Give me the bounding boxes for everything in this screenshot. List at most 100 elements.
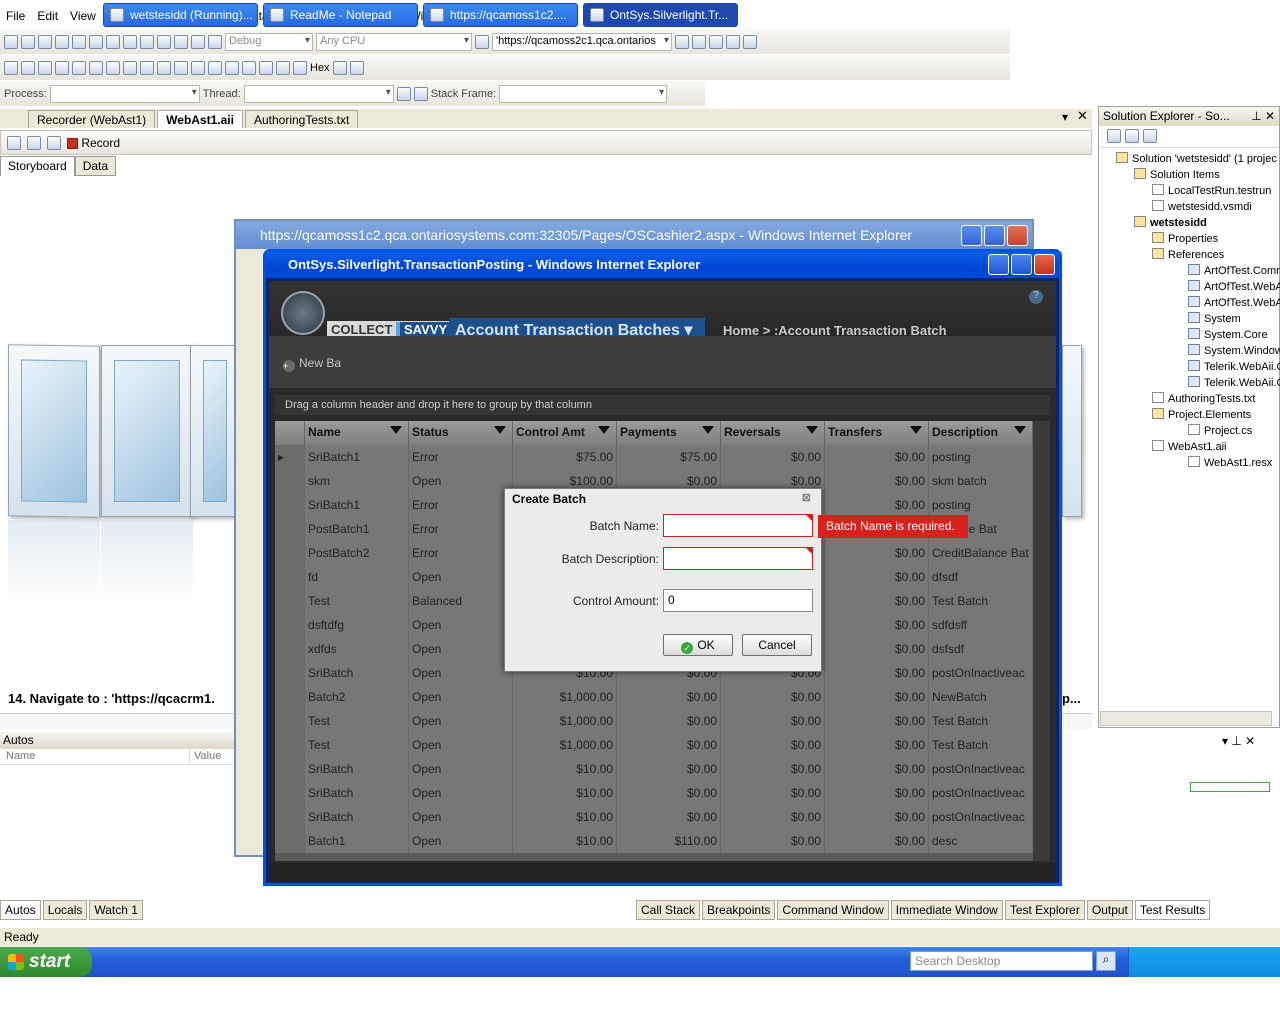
tree-item[interactable]: Telerik.WebAii.Co <box>1188 360 1280 373</box>
table-row[interactable]: Test Open $1,000.00 $0.00 $0.00 $0.00 Test Bat… <box>275 733 1033 757</box>
table-row[interactable]: Batch2 Open $1,000.00 $0.00 $0.00 $0.00 NewBat… <box>275 685 1033 709</box>
tree-item[interactable]: Solution Items <box>1134 168 1220 181</box>
bookmark-icon[interactable] <box>72 60 86 75</box>
column-header[interactable]: Reversals <box>721 421 825 445</box>
filter-icon[interactable] <box>598 426 610 434</box>
autos-col-name[interactable]: Name <box>0 749 190 764</box>
properties-icon[interactable] <box>709 34 723 49</box>
storyboard-card[interactable] <box>101 345 193 517</box>
tab-immediate-window[interactable]: Immediate Window <box>890 900 1003 920</box>
row-selector[interactable]: ▸ <box>275 445 305 469</box>
undo-icon[interactable] <box>140 34 154 49</box>
menu-edit[interactable]: Edit <box>31 9 64 23</box>
table-row[interactable]: SriBatch Open $10.00 $0.00 $0.00 $0.00 postOnI… <box>275 781 1033 805</box>
hex-toggle[interactable]: Hex <box>310 62 330 74</box>
tab-storyboard[interactable]: Storyboard <box>0 156 75 176</box>
column-header[interactable]: Name <box>305 421 409 445</box>
tree-item[interactable]: WebAst1.resx <box>1188 456 1272 469</box>
filter-icon[interactable] <box>806 426 818 434</box>
show-next-statement-icon[interactable] <box>242 60 256 75</box>
silverlight-titlebar[interactable]: OntSys.Silverlight.TransactionPosting - … <box>266 252 1059 278</box>
tree-item[interactable]: WebAst1.aii <box>1152 440 1227 453</box>
group-by-bar[interactable]: Drag a column header and drop it here to… <box>275 395 1050 415</box>
comment-icon[interactable] <box>106 60 120 75</box>
row-selector[interactable] <box>275 613 305 637</box>
new-project-icon[interactable] <box>4 34 18 49</box>
redo-icon[interactable] <box>157 34 171 49</box>
tab-authoring-tests[interactable]: AuthoringTests.txt <box>244 110 359 128</box>
row-selector[interactable] <box>275 565 305 589</box>
search-icon[interactable]: ⌕ <box>1096 951 1116 971</box>
taskbar-notepad[interactable]: ReadMe - Notepad <box>263 3 418 27</box>
storyboard-card[interactable] <box>190 345 240 517</box>
restart-icon[interactable] <box>225 60 239 75</box>
table-row[interactable]: SriBatch Open $10.00 $0.00 $0.00 $0.00 postOnI… <box>275 805 1033 829</box>
storyboard-card[interactable] <box>1062 345 1082 517</box>
tab-watch-1[interactable]: Watch 1 <box>89 900 143 920</box>
panel-options-icon[interactable]: ▾ ⊥ ✕ <box>1222 734 1255 748</box>
paste-icon[interactable] <box>123 34 137 49</box>
tab-webast1[interactable]: WebAst1.aii <box>157 110 243 128</box>
solution-config-select[interactable]: Debug <box>225 32 313 51</box>
menu-file[interactable]: File <box>0 9 31 23</box>
tab-test-results[interactable]: Test Results <box>1134 900 1211 920</box>
column-header[interactable]: Transfers <box>825 421 929 445</box>
new-batch-button[interactable]: + New Ba <box>283 356 341 372</box>
tab-breakpoints[interactable]: Breakpoints <box>702 900 776 920</box>
autos-col-value[interactable]: Value <box>190 749 225 764</box>
tree-item[interactable]: Project.cs <box>1188 424 1252 437</box>
tab-command-window[interactable]: Command Window <box>777 900 889 920</box>
close-icon[interactable]: ⊠ <box>802 491 811 504</box>
tree-item[interactable]: LocalTestRun.testrun <box>1152 184 1271 197</box>
show-all-files-icon[interactable] <box>1125 129 1139 143</box>
find-in-files-icon[interactable] <box>675 34 689 49</box>
tab-test-explorer[interactable]: Test Explorer <box>1004 900 1085 920</box>
navigate-back-icon[interactable] <box>174 34 188 49</box>
close-doc-icon[interactable]: ✕ <box>1077 108 1088 124</box>
pause-icon[interactable] <box>191 60 205 75</box>
save-all-icon[interactable] <box>72 34 86 49</box>
column-header[interactable]: Control Amt <box>513 421 617 445</box>
tree-item[interactable]: AuthoringTests.txt <box>1152 392 1255 405</box>
tab-recorder[interactable]: Recorder (WebAst1) <box>28 110 156 128</box>
maximize-icon[interactable] <box>984 225 1005 246</box>
column-header[interactable]: Status <box>409 421 513 445</box>
solution-explorer-icon[interactable] <box>692 34 706 49</box>
outdent-icon[interactable] <box>157 60 171 75</box>
breakpoints-icon[interactable] <box>332 60 347 75</box>
step-over-icon[interactable] <box>38 60 52 75</box>
windows-menu-icon[interactable] <box>349 60 364 75</box>
tree-item[interactable]: Project.Elements <box>1152 408 1251 421</box>
indent-icon[interactable] <box>140 60 154 75</box>
taskbar-vs[interactable]: wetstesidd (Running)... <box>103 3 258 27</box>
row-selector[interactable] <box>275 541 305 565</box>
row-selector[interactable] <box>275 661 305 685</box>
tree-item[interactable]: Telerik.WebAii.Co <box>1188 376 1280 389</box>
settings-icon[interactable] <box>47 135 61 150</box>
filter-icon[interactable] <box>390 426 402 434</box>
ie-outer-titlebar[interactable]: https://qcamoss1c2.qca.ontariosystems.co… <box>236 221 1032 249</box>
taskbar-ie-silverlight[interactable]: OntSys.Silverlight.Tr... <box>583 3 738 27</box>
text-editor-icon[interactable] <box>4 60 18 75</box>
row-selector[interactable] <box>275 493 305 517</box>
menu-view[interactable]: View <box>64 9 102 23</box>
filter-icon[interactable] <box>702 426 714 434</box>
storyboard-card[interactable] <box>8 344 100 518</box>
desktop-search-input[interactable]: Search Desktop <box>910 951 1093 971</box>
help-icon[interactable]: ? <box>1029 290 1043 304</box>
row-selector[interactable] <box>275 637 305 661</box>
table-row[interactable]: Batch1 Open $10.00 $110.00 $0.00 $0.00 desc <box>275 829 1033 853</box>
tree-item[interactable]: Solution 'wetstesidd' (1 projec <box>1116 152 1277 165</box>
tab-dropdown-icon[interactable]: ▾ <box>1062 110 1068 124</box>
step-out-debug-icon[interactable] <box>293 60 307 75</box>
step-into-icon[interactable] <box>21 60 35 75</box>
table-row[interactable]: SriBatch Open $10.00 $0.00 $0.00 $0.00 postOnI… <box>275 757 1033 781</box>
step-into-debug-icon[interactable] <box>259 60 273 75</box>
minimize-icon[interactable] <box>988 254 1009 275</box>
tree-item[interactable]: System.Windows. <box>1188 344 1280 357</box>
record-button[interactable]: Record <box>67 136 120 150</box>
row-selector[interactable] <box>275 781 305 805</box>
column-header[interactable]: Description <box>929 421 1033 445</box>
tab-locals[interactable]: Locals <box>42 900 88 920</box>
tree-item[interactable]: System.Core <box>1188 328 1268 341</box>
